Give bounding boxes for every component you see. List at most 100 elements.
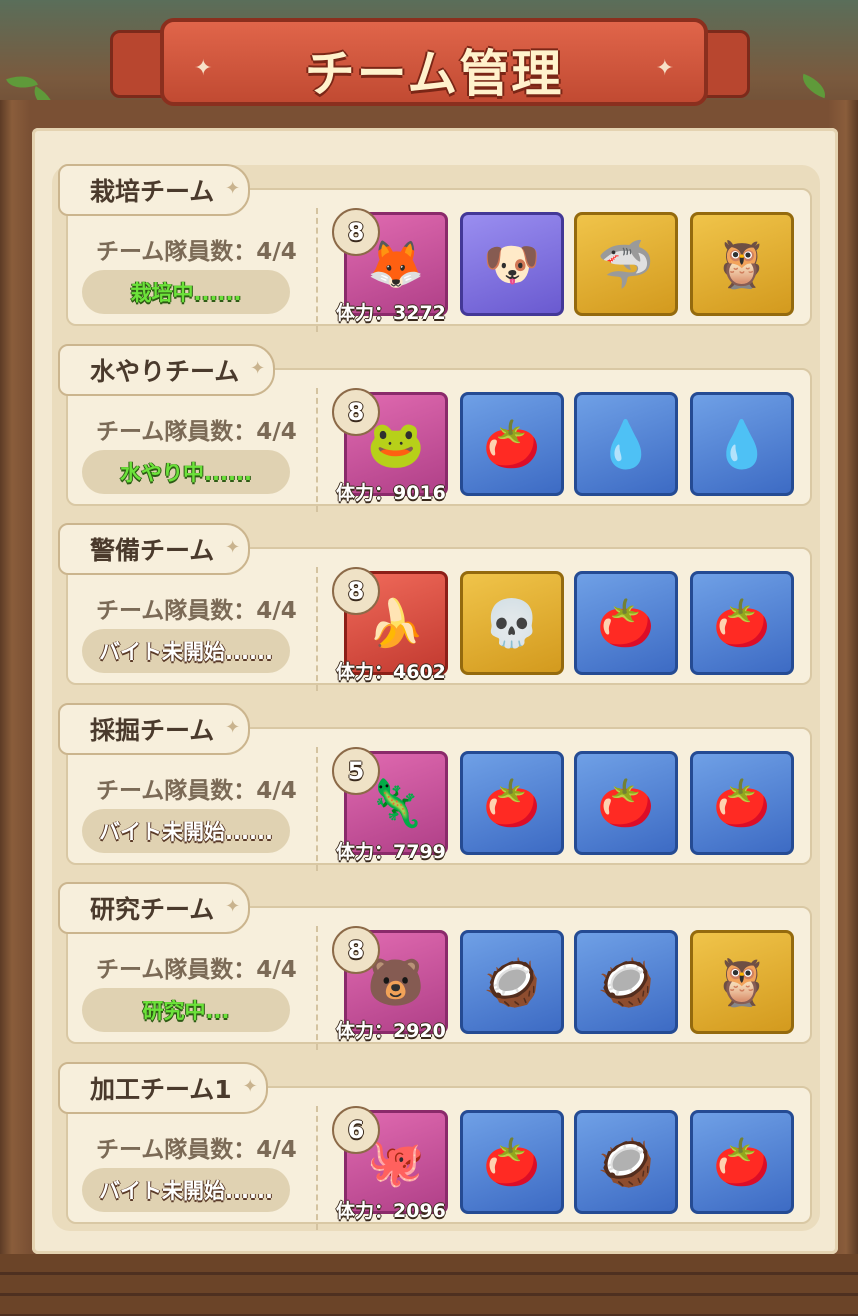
team-member-count: チーム隊員数：4/4 — [96, 239, 297, 265]
divider — [316, 747, 318, 871]
member-slot[interactable]: 🍅 — [574, 571, 678, 675]
team-status-pill: バイト未開始...... — [82, 1168, 290, 1212]
member-slot[interactable]: 🍅 — [690, 1110, 794, 1214]
divider — [316, 388, 318, 512]
team-name-tab: 水やりチーム ✦ — [58, 344, 276, 396]
sparkle-icon: ✦ — [242, 1076, 258, 1097]
owl-robot-character-icon: 🦉 — [713, 954, 771, 1009]
job-level: 8 — [347, 398, 365, 426]
job-level: 5 — [347, 757, 365, 785]
team-status-pill: 栽培中...... — [82, 270, 290, 314]
coconut-drink-icon: 🥥 — [597, 954, 655, 1009]
job-level-badge: 8 — [332, 567, 380, 615]
owl-robot-character-icon: 🦉 — [713, 236, 771, 291]
leader-stamina: 体力：7799 — [336, 841, 446, 863]
tomato-dish-icon: 🍅 — [713, 595, 771, 650]
job-level: 8 — [347, 218, 365, 246]
member-slot[interactable]: 🍅 — [460, 751, 564, 855]
sparkle-icon: ✦ — [225, 178, 241, 199]
team-status-pill: バイト未開始...... — [82, 629, 290, 673]
water-spirit-icon: 💧 — [597, 416, 655, 471]
leader-stamina: 体力：4602 — [336, 661, 446, 683]
wood-planks — [0, 1254, 858, 1316]
team-name: 採掘チーム — [90, 716, 215, 745]
team-card[interactable]: チーム隊員数：4/4 バイト未開始...... 🦎 🍅 🍅 🍅 5 体力：7799 採掘チーム ✦ — [58, 703, 812, 871]
team-status-pill: 水やり中...... — [82, 450, 290, 494]
team-card[interactable]: チーム隊員数：4/4 バイト未開始...... 🍌 💀 🍅 🍅 8 体力：4602 警備チーム ✦ — [58, 523, 812, 691]
sparkle-icon: ✦ — [250, 358, 266, 379]
banner-plate: ✦ ✦ チーム管理 — [160, 18, 708, 106]
tomato-dish-icon: 🍅 — [597, 775, 655, 830]
divider — [316, 567, 318, 691]
team-name-tab: 加工チーム1 ✦ — [58, 1062, 268, 1114]
member-slot[interactable]: 🥥 — [574, 930, 678, 1034]
coconut-drink-icon: 🥥 — [597, 1134, 655, 1189]
leader-stamina: 体力：9016 — [336, 482, 446, 504]
divider — [316, 208, 318, 332]
team-member-count: チーム隊員数：4/4 — [96, 778, 297, 804]
member-slot[interactable]: 🍅 — [690, 571, 794, 675]
tomato-dish-icon: 🍅 — [713, 775, 771, 830]
team-card[interactable]: チーム隊員数：4/4 バイト未開始...... 🐙 🍅 🥥 🍅 6 体力：2096 加工チーム1… — [58, 1062, 812, 1230]
leader-stamina: 体力：2920 — [336, 1020, 446, 1042]
team-name: 加工チーム1 — [90, 1075, 232, 1104]
job-level: 8 — [347, 577, 365, 605]
divider — [316, 1106, 318, 1230]
job-level: 8 — [347, 936, 365, 964]
member-slot[interactable]: 🍅 — [574, 751, 678, 855]
coconut-drink-icon: 🥥 — [483, 954, 541, 1009]
job-level-badge: 8 — [332, 926, 380, 974]
tomato-dish-icon: 🍅 — [483, 416, 541, 471]
tomato-dish-icon: 🍅 — [713, 1134, 771, 1189]
member-slot[interactable]: 🦈 — [574, 212, 678, 316]
skull-demon-character-icon: 💀 — [483, 595, 541, 650]
team-name-tab: 警備チーム ✦ — [58, 523, 251, 575]
job-level: 6 — [347, 1116, 365, 1144]
member-slot[interactable]: 🍅 — [460, 392, 564, 496]
team-name: 栽培チーム — [90, 177, 215, 206]
team-card[interactable]: チーム隊員数：4/4 研究中... 🐻 🥥 🥥 🦉 8 体力：2920 研究チーム ✦ — [58, 882, 812, 1050]
sparkle-icon: ✦ — [225, 537, 241, 558]
team-member-count: チーム隊員数：4/4 — [96, 957, 297, 983]
page-title: チーム管理 — [304, 45, 564, 103]
job-level-badge: 8 — [332, 208, 380, 256]
shark-armor-character-icon: 🦈 — [597, 236, 655, 291]
member-slot[interactable]: 🍅 — [460, 1110, 564, 1214]
divider — [316, 926, 318, 1050]
tomato-dish-icon: 🍅 — [483, 775, 541, 830]
member-slot[interactable]: 💧 — [574, 392, 678, 496]
team-name: 研究チーム — [90, 895, 215, 924]
member-slot[interactable]: 🍅 — [690, 751, 794, 855]
leader-stamina: 体力：2096 — [336, 1200, 446, 1222]
winged-dog-character-icon: 🐶 — [483, 236, 541, 291]
tomato-dish-icon: 🍅 — [483, 1134, 541, 1189]
team-card[interactable]: チーム隊員数：4/4 水やり中...... 🐸 🍅 💧 💧 8 体力：9016 水やりチーム ✦ — [58, 344, 812, 512]
team-member-count: チーム隊員数：4/4 — [96, 419, 297, 445]
job-level-badge: 5 — [332, 747, 380, 795]
member-slot[interactable]: 🥥 — [574, 1110, 678, 1214]
sparkle-icon: ✦ — [225, 717, 241, 738]
water-spirit-icon: 💧 — [713, 416, 771, 471]
member-slot[interactable]: 💧 — [690, 392, 794, 496]
sparkle-icon: ✦ — [225, 896, 241, 917]
team-status-pill: バイト未開始...... — [82, 809, 290, 853]
tomato-dish-icon: 🍅 — [597, 595, 655, 650]
member-slot[interactable]: 🥥 — [460, 930, 564, 1034]
member-slot[interactable]: 🐶 — [460, 212, 564, 316]
job-level-badge: 6 — [332, 1106, 380, 1154]
title-banner: ✦ ✦ チーム管理 — [110, 8, 750, 108]
member-slot[interactable]: 💀 — [460, 571, 564, 675]
member-slot[interactable]: 🦉 — [690, 212, 794, 316]
team-name-tab: 研究チーム ✦ — [58, 882, 251, 934]
leader-stamina: 体力：3272 — [336, 302, 446, 324]
team-member-count: チーム隊員数：4/4 — [96, 598, 297, 624]
team-name-tab: 採掘チーム ✦ — [58, 703, 251, 755]
team-name: 警備チーム — [90, 536, 215, 565]
team-status-pill: 研究中... — [82, 988, 290, 1032]
job-level-badge: 8 — [332, 388, 380, 436]
team-member-count: チーム隊員数：4/4 — [96, 1137, 297, 1163]
team-card[interactable]: チーム隊員数：4/4 栽培中...... 🦊 🐶 🦈 🦉 8 体力：3272 栽培チーム ✦ — [58, 164, 812, 332]
team-name-tab: 栽培チーム ✦ — [58, 164, 251, 216]
team-name: 水やりチーム — [90, 357, 240, 386]
member-slot[interactable]: 🦉 — [690, 930, 794, 1034]
